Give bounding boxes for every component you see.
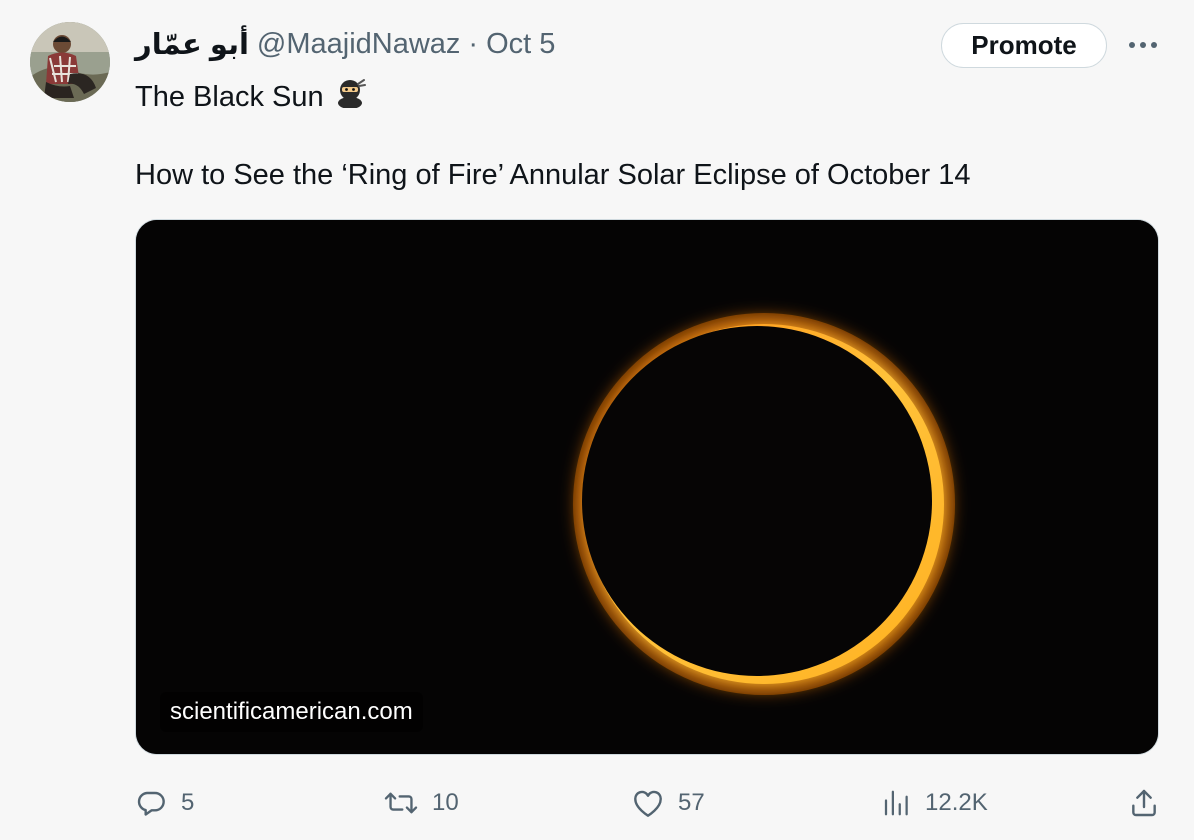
more-icon[interactable] bbox=[1126, 30, 1160, 60]
views-count: 12.2K bbox=[925, 789, 988, 816]
repost-button[interactable]: 10 bbox=[384, 783, 459, 823]
avatar-image bbox=[30, 22, 110, 102]
user-handle[interactable]: @MaajidNawaz bbox=[257, 28, 461, 61]
link-card[interactable]: scientificamerican.com bbox=[135, 219, 1159, 755]
display-name[interactable]: أبو عمّار bbox=[135, 27, 249, 62]
reply-count: 5 bbox=[181, 789, 195, 816]
reply-icon bbox=[135, 787, 167, 819]
promote-button[interactable]: Promote bbox=[941, 23, 1107, 68]
header-separator: · bbox=[468, 27, 479, 60]
tweet-header: أبو عمّار @MaajidNawaz · Oct 5 bbox=[135, 24, 555, 64]
action-bar: 5 10 57 12.2K bbox=[0, 783, 1194, 823]
reply-button[interactable]: 5 bbox=[135, 783, 194, 823]
avatar[interactable] bbox=[30, 22, 110, 102]
like-count: 57 bbox=[678, 789, 705, 816]
ninja-emoji-icon bbox=[334, 76, 366, 118]
share-icon bbox=[1128, 787, 1160, 819]
repost-icon bbox=[384, 787, 418, 819]
tweet-text-line-1: The Black Sun bbox=[135, 76, 366, 118]
tweet[interactable]: أبو عمّار @MaajidNawaz · Oct 5 Promote T… bbox=[0, 0, 1194, 840]
tweet-text-title: The Black Sun bbox=[135, 81, 324, 113]
eclipse-image bbox=[136, 220, 1158, 754]
tweet-text-line-2: How to See the ‘Ring of Fire’ Annular So… bbox=[135, 159, 971, 191]
views-button[interactable]: 12.2K bbox=[881, 783, 988, 823]
card-domain-label: scientificamerican.com bbox=[160, 692, 423, 732]
heart-icon bbox=[632, 788, 664, 818]
share-button[interactable] bbox=[1128, 783, 1160, 823]
repost-count: 10 bbox=[432, 789, 459, 816]
tweet-date[interactable]: Oct 5 bbox=[486, 28, 555, 61]
like-button[interactable]: 57 bbox=[632, 783, 705, 823]
views-icon bbox=[881, 788, 911, 818]
